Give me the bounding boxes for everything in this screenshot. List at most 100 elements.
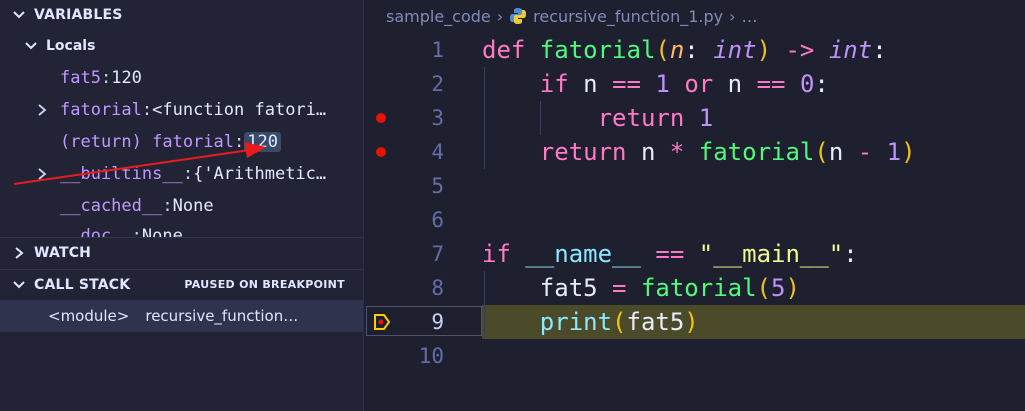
variable-separator: : <box>100 68 112 88</box>
code-token: or <box>684 70 714 98</box>
code-line[interactable]: 7 if __name__ == "__main__": <box>364 237 1025 271</box>
callstack-section-header[interactable]: CALL STACK PAUSED ON BREAKPOINT <box>0 269 363 299</box>
callstack-status: PAUSED ON BREAKPOINT <box>184 278 345 291</box>
line-number: 1 <box>431 38 444 62</box>
code-text: def fatorial(n: int) -> int: <box>482 33 887 67</box>
variable-name: (return) fatorial <box>60 132 234 152</box>
code-line[interactable]: 8 fat5 = fatorial(5) <box>364 271 1025 305</box>
locals-scope[interactable]: Locals <box>0 32 363 60</box>
chevron-down-icon <box>13 11 25 19</box>
code-token: : <box>843 240 858 268</box>
variables-section-header[interactable]: VARIABLES <box>0 0 363 30</box>
breadcrumb-more[interactable]: … <box>742 7 758 26</box>
line-number: 9 <box>431 310 444 334</box>
variable-row-cached[interactable]: __cached__ : None <box>0 190 363 222</box>
chevron-right-icon[interactable] <box>36 167 48 181</box>
code-token: : <box>814 70 829 98</box>
breadcrumb-folder[interactable]: sample_code <box>386 7 491 26</box>
chevron-right-icon: › <box>496 6 504 26</box>
variable-separator: : <box>141 100 153 120</box>
variable-name: fatorial <box>60 100 142 120</box>
indent-guide <box>484 67 485 169</box>
code-token: : <box>872 36 887 64</box>
code-token: == <box>756 70 786 98</box>
code-line[interactable]: 6 <box>364 203 1025 237</box>
variable-name: __builtins__ <box>60 164 183 184</box>
variable-row-builtins[interactable]: __builtins__ : {'Arithmetic… <box>0 158 363 190</box>
code-token: int <box>828 36 873 64</box>
code-line[interactable]: 5 <box>364 169 1025 203</box>
code-token: ) <box>684 308 699 336</box>
code-token: == <box>612 70 641 98</box>
code-token: == <box>655 240 685 268</box>
breakpoint-icon[interactable] <box>376 147 386 157</box>
frame-name: <module> <box>48 307 130 325</box>
line-number: 7 <box>431 242 444 266</box>
chevron-down-icon <box>25 42 37 50</box>
code-token: -> <box>785 36 815 64</box>
watch-title: WATCH <box>34 244 92 261</box>
code-line[interactable]: 10 <box>364 339 1025 373</box>
code-token: n <box>669 36 685 64</box>
code-token: ) <box>901 138 916 166</box>
variables-title: VARIABLES <box>34 7 123 23</box>
code-token: = <box>612 274 627 302</box>
code-token: def <box>482 36 540 64</box>
code-token: ( <box>612 308 627 336</box>
variable-row-return-fatorial[interactable]: (return) fatorial : 120 <box>0 126 363 158</box>
code-line[interactable]: 2 if n == 1 or n == 0: <box>364 67 1025 101</box>
code-token: ( <box>814 138 829 166</box>
code-token: 1 <box>698 104 714 132</box>
watch-section-header[interactable]: WATCH <box>0 237 363 267</box>
code-line[interactable]: 4 return n * fatorial(n - 1) <box>364 135 1025 169</box>
code-token: n <box>583 70 613 98</box>
code-token: fat5 <box>482 274 613 302</box>
callstack-frame-module[interactable]: <module> recursive_function… <box>0 300 363 332</box>
chevron-right-icon[interactable] <box>36 103 48 117</box>
code-line[interactable]: 1 def fatorial(n: int) -> int: <box>364 33 1025 67</box>
code-text: return 1 <box>482 101 714 135</box>
python-file-icon <box>510 8 527 24</box>
code-text: return n * fatorial(n - 1) <box>482 135 916 169</box>
code-token: if <box>539 70 584 98</box>
code-text: if __name__ == "__main__": <box>482 237 858 271</box>
line-number: 6 <box>431 208 444 232</box>
breadcrumb-file[interactable]: recursive_function_1.py <box>533 7 723 26</box>
breakpoint-icon[interactable] <box>376 113 386 123</box>
variable-row-fat5[interactable]: fat5 : 120 <box>0 62 363 94</box>
code-token: fatorial <box>539 36 656 64</box>
code-token: fatorial <box>640 274 757 302</box>
callstack-title: CALL STACK <box>34 276 131 293</box>
code-text: if n == 1 or n == 0: <box>482 67 829 101</box>
variable-row-fatorial[interactable]: fatorial : <function fatori… <box>0 94 363 126</box>
code-token: __name__ <box>525 240 641 268</box>
execution-pointer-icon[interactable] <box>373 313 391 331</box>
code-token: fat5 <box>626 308 685 336</box>
code-token: - <box>857 138 873 166</box>
code-token: return <box>539 138 641 166</box>
code-token: * <box>669 138 685 166</box>
variable-value: 120 <box>111 68 142 88</box>
code-token: "__main__" <box>698 240 844 268</box>
code-text: print(fat5) <box>482 305 699 339</box>
line-number: 4 <box>431 140 444 164</box>
indent-guide <box>540 101 541 135</box>
code-token: int <box>713 36 757 64</box>
code-editor[interactable]: sample_code › recursive_function_1.py › … <box>364 0 1025 411</box>
code-line[interactable]: 9 print(fat5) <box>364 305 1025 339</box>
code-token: ) <box>785 274 800 302</box>
line-number: 5 <box>431 174 444 198</box>
code-token: ( <box>655 36 670 64</box>
chevron-right-icon <box>15 246 24 259</box>
variable-separator: : <box>182 164 194 184</box>
code-token: ( <box>756 274 771 302</box>
code-line[interactable]: 3 return 1 <box>364 101 1025 135</box>
